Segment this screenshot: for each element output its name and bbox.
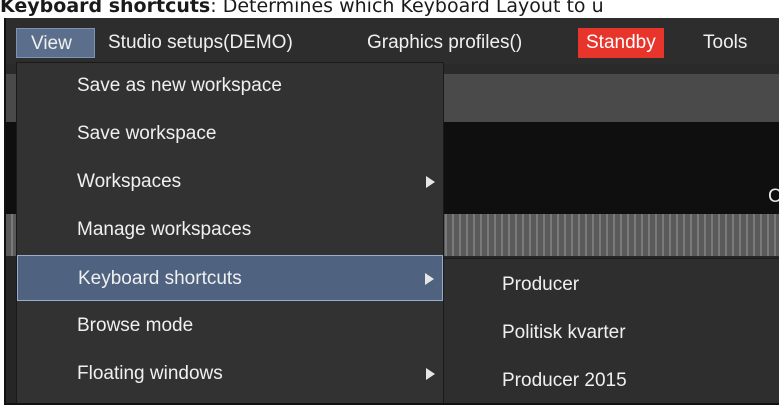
menu-bar: View Studio setups(DEMO) Graphics profil…: [6, 18, 779, 64]
menu-graphics-profiles[interactable]: Graphics profiles(): [363, 28, 526, 58]
submenu-item-producer-2015[interactable]: Producer 2015: [444, 357, 779, 403]
menu-item-label: Keyboard shortcuts: [78, 268, 242, 289]
submenu-item-politisk-kvarter[interactable]: Politisk kvarter: [444, 309, 779, 357]
caption-rest: : Determines which Keyboard Layout to u: [210, 0, 604, 17]
submenu-arrow-icon: [425, 273, 434, 285]
menu-item-workspaces[interactable]: Workspaces: [17, 159, 443, 205]
menu-item-label: Floating windows: [77, 363, 223, 384]
standby-button[interactable]: Standby: [578, 28, 664, 58]
menu-item-label: Save as new workspace: [77, 75, 282, 96]
menu-item-manage-workspaces[interactable]: Manage workspaces: [17, 207, 443, 253]
menu-item-save-workspace[interactable]: Save workspace: [17, 111, 443, 157]
menu-studio-setups[interactable]: Studio setups(DEMO): [104, 28, 297, 58]
view-dropdown-menu: Save as new workspace Save workspace Wor…: [16, 62, 444, 403]
menu-item-label: Save workspace: [77, 123, 217, 144]
menu-view[interactable]: View: [16, 28, 95, 58]
doc-caption: Keyboard shortcuts: Determines which Key…: [0, 0, 604, 19]
viewer-text: C: [768, 186, 779, 208]
submenu-arrow-icon: [426, 176, 435, 188]
menu-item-label: Workspaces: [77, 171, 182, 192]
menu-item-label: Manage workspaces: [77, 219, 252, 240]
menu-tools[interactable]: Tools: [699, 28, 751, 58]
menu-item-save-as-new-workspace[interactable]: Save as new workspace: [17, 63, 443, 109]
menu-item-floating-windows[interactable]: Floating windows: [17, 351, 443, 397]
menu-item-browse-mode[interactable]: Browse mode: [17, 303, 443, 349]
submenu-item-producer[interactable]: Producer: [444, 261, 779, 309]
menu-item-keyboard-shortcuts[interactable]: Keyboard shortcuts: [17, 255, 443, 301]
keyboard-shortcuts-submenu: Producer Politisk kvarter Producer 2015: [444, 258, 779, 403]
submenu-arrow-icon: [426, 368, 435, 380]
app-window: C View Studio setups(DEMO) Graphics prof…: [4, 18, 779, 405]
caption-bold: Keyboard shortcuts: [0, 0, 211, 17]
menu-item-label: Browse mode: [77, 315, 194, 336]
